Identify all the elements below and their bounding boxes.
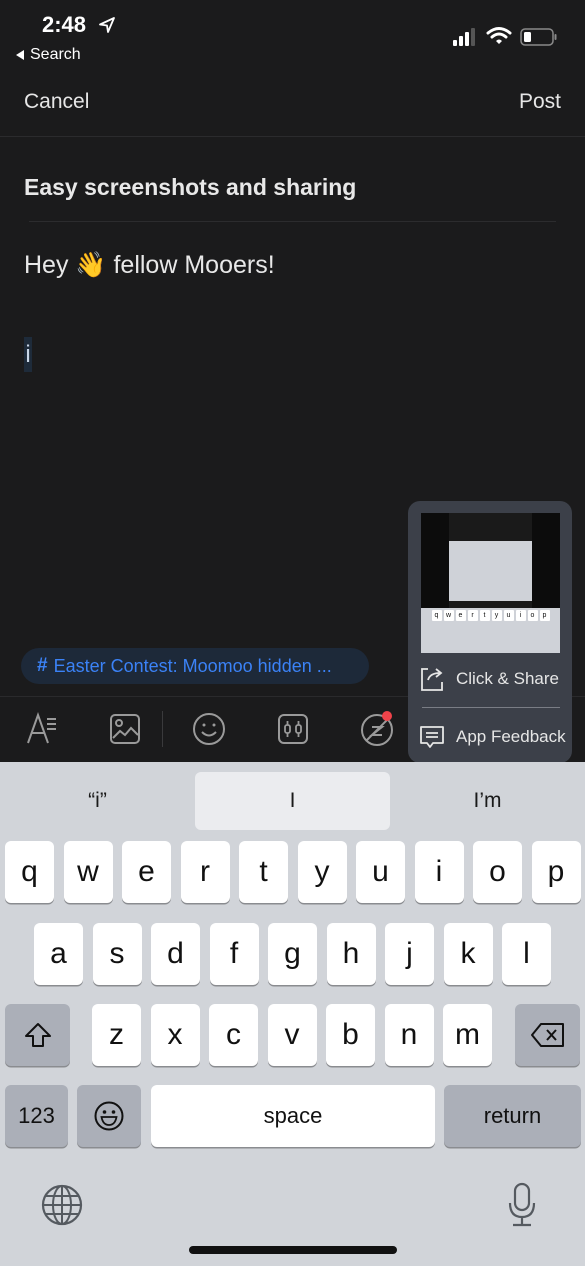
notification-dot [382, 711, 392, 721]
nav-divider [0, 136, 585, 137]
key-d[interactable]: d [151, 923, 200, 985]
thumbnail-key: r [467, 610, 478, 621]
key-o[interactable]: o [473, 841, 522, 903]
screenshot-share-popup: qwertyuiop Click & Share App Feedback [408, 501, 572, 763]
thumbnail-inner-keyboard [449, 541, 532, 601]
thumbnail-key: p [539, 610, 550, 621]
status-time: 2:48 [42, 12, 87, 37]
post-body-text[interactable]: Hey 👋 fellow Mooers! [24, 251, 275, 280]
toolbar-separator [162, 711, 163, 747]
emoji-key[interactable] [77, 1085, 141, 1147]
topic-label: Easter Contest: Moomoo hidden ... [53, 655, 332, 676]
key-v[interactable]: v [267, 1004, 317, 1066]
text-format-icon[interactable] [25, 710, 59, 748]
key-f[interactable]: f [209, 923, 259, 985]
cellular-signal-icon [453, 28, 475, 46]
image-icon[interactable] [108, 710, 142, 748]
key-b[interactable]: b [326, 1004, 375, 1066]
post-title-input[interactable]: Easy screenshots and sharing [24, 174, 356, 201]
thumbnail-key: t [479, 610, 490, 621]
key-z[interactable]: z [92, 1004, 141, 1066]
cancel-button[interactable]: Cancel [24, 90, 89, 114]
title-divider [29, 221, 556, 222]
suggestion-3[interactable]: I’m [390, 772, 585, 830]
thumbnail-key: u [503, 610, 514, 621]
key-u[interactable]: u [356, 841, 405, 903]
key-p[interactable]: p [531, 841, 581, 903]
feedback-icon [420, 726, 444, 748]
click-and-share-button[interactable]: Click & Share [418, 665, 559, 693]
share-icon [421, 668, 443, 691]
thumbnail-key: w [443, 610, 454, 621]
suggestion-1[interactable]: “i” [0, 772, 195, 830]
emoji-icon[interactable] [190, 710, 228, 748]
key-c[interactable]: c [209, 1004, 258, 1066]
battery-icon [520, 28, 557, 46]
suggestion-2[interactable]: I [195, 772, 390, 830]
key-m[interactable]: m [443, 1004, 492, 1066]
popup-divider [422, 707, 560, 708]
key-w[interactable]: w [63, 841, 113, 903]
back-label: Search [30, 46, 81, 63]
back-arrow-icon [16, 50, 24, 60]
key-g[interactable]: g [268, 923, 317, 985]
thumbnail-key: o [527, 610, 538, 621]
key-a[interactable]: a [34, 923, 83, 985]
screenshot-thumbnail[interactable]: qwertyuiop [421, 513, 560, 653]
return-key[interactable]: return [444, 1085, 581, 1147]
key-n[interactable]: n [384, 1004, 434, 1066]
key-x[interactable]: x [150, 1004, 200, 1066]
app-feedback-label: App Feedback [456, 727, 566, 746]
key-l[interactable]: l [502, 923, 551, 985]
thumbnail-key: i [515, 610, 526, 621]
click-and-share-label: Click & Share [456, 669, 559, 688]
thumbnail-key: e [455, 610, 466, 621]
key-i[interactable]: i [414, 841, 464, 903]
stock-icon[interactable] [276, 710, 310, 748]
hashtag-icon: # [37, 655, 48, 676]
emoji-keyboard-icon [94, 1101, 124, 1131]
thumbnail-key: y [491, 610, 502, 621]
back-to-search-link[interactable]: Search [16, 46, 81, 64]
key-h[interactable]: h [326, 923, 376, 985]
home-indicator[interactable] [189, 1246, 397, 1254]
current-input-text[interactable]: i [24, 337, 32, 372]
thumbnail-key: q [431, 610, 442, 621]
globe-icon[interactable] [41, 1184, 83, 1226]
key-r[interactable]: r [180, 841, 230, 903]
post-button[interactable]: Post [519, 90, 561, 114]
space-key[interactable]: space [151, 1085, 435, 1147]
numbers-key[interactable]: 123 [5, 1085, 68, 1147]
topic-chip[interactable]: # Easter Contest: Moomoo hidden ... [21, 648, 369, 684]
shift-icon [24, 1023, 51, 1047]
location-arrow-icon [99, 17, 115, 33]
thumbnail-keyboard: qwertyuiop [421, 608, 560, 653]
keyboard: “i” I I’m qwertyuiop asdfghjkl zxcvbnm 123… [0, 762, 585, 1266]
key-j[interactable]: j [385, 923, 434, 985]
key-e[interactable]: e [122, 841, 171, 903]
key-y[interactable]: y [297, 841, 347, 903]
key-q[interactable]: q [5, 841, 54, 903]
key-s[interactable]: s [92, 923, 142, 985]
delete-icon [530, 1023, 564, 1047]
key-k[interactable]: k [443, 923, 493, 985]
key-t[interactable]: t [239, 841, 288, 903]
app-feedback-button[interactable]: App Feedback [418, 723, 566, 751]
shift-key[interactable] [5, 1004, 70, 1066]
delete-key[interactable] [515, 1004, 580, 1066]
microphone-icon[interactable] [507, 1182, 537, 1228]
thumbnail-key-row: qwertyuiop [421, 608, 560, 623]
wifi-icon [486, 27, 512, 44]
